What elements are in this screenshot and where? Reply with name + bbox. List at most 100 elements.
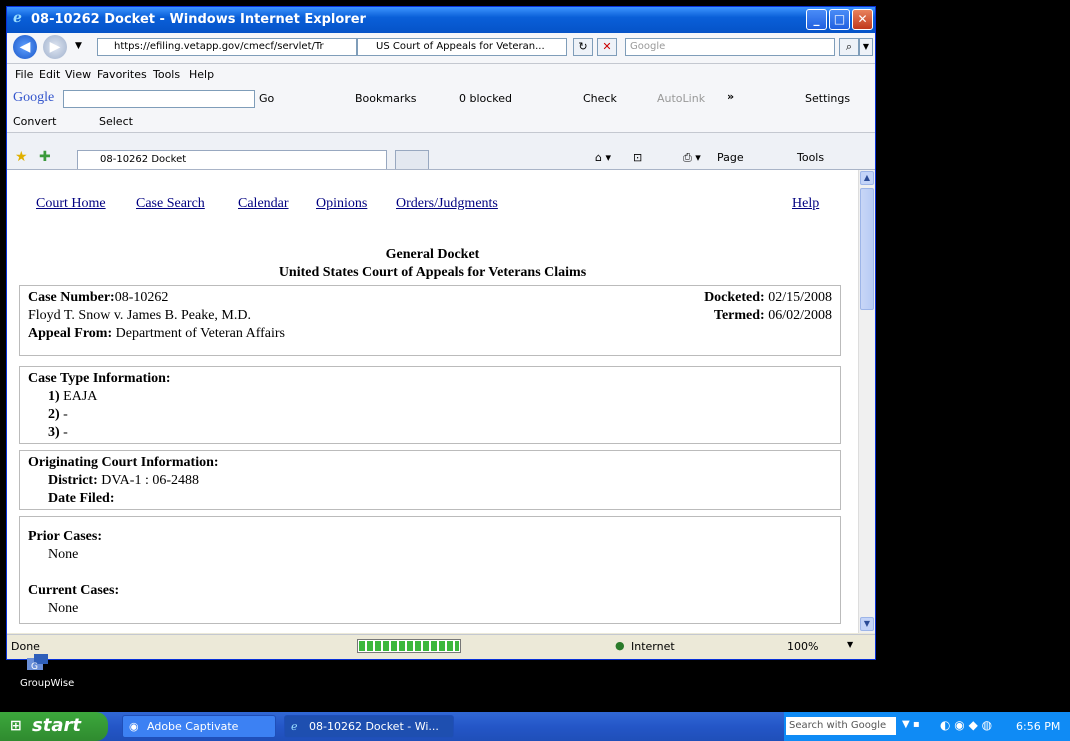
search-icon[interactable]: ⌕ bbox=[839, 38, 859, 56]
zoom-dropdown-icon[interactable]: ▼ bbox=[847, 640, 853, 649]
title-bar[interactable]: ℯ 08-10262 Docket - Windows Internet Exp… bbox=[7, 7, 875, 33]
spell-check-button[interactable]: Check bbox=[583, 92, 617, 105]
tools-menu-button[interactable]: Tools bbox=[797, 151, 824, 164]
site-tab-field[interactable]: US Court of Appeals for Veteran... bbox=[357, 38, 567, 56]
close-button[interactable]: ✕ bbox=[852, 9, 873, 30]
forward-button[interactable]: ▶ bbox=[43, 35, 67, 59]
nav-opinions[interactable]: Opinions bbox=[316, 196, 367, 212]
convert-toolbar: Convert Select bbox=[7, 112, 875, 133]
search-options-icon[interactable]: ▼ bbox=[859, 38, 873, 56]
prior-cases-label: Prior Cases: bbox=[28, 529, 102, 544]
menu-edit[interactable]: Edit bbox=[39, 68, 60, 81]
case-info-box: Case Number:08-10262 Floyd T. Snow v. Ja… bbox=[19, 285, 841, 356]
case-type-value: - bbox=[63, 407, 68, 422]
related-cases-box: Prior Cases: None Current Cases: None bbox=[19, 516, 841, 624]
new-tab-button[interactable] bbox=[395, 150, 429, 169]
taskbar: ⊞ start ◉ Adobe Captivate ℯ 08-10262 Doc… bbox=[0, 712, 1070, 741]
case-type-box: Case Type Information: 1) EAJA 2) - 3) - bbox=[19, 366, 841, 444]
scroll-down-icon[interactable]: ▼ bbox=[860, 617, 874, 631]
bookmarks-button[interactable]: Bookmarks bbox=[355, 92, 416, 105]
tray-search-input[interactable]: Search with Google bbox=[786, 717, 896, 735]
nav-case-search[interactable]: Case Search bbox=[136, 196, 205, 212]
favorites-star-icon[interactable]: ★ bbox=[15, 149, 28, 165]
select-button[interactable]: Select bbox=[99, 115, 133, 128]
groupwise-icon[interactable]: G bbox=[24, 652, 50, 674]
menu-bar: File Edit View Favorites Tools Help bbox=[7, 64, 875, 86]
nav-calendar[interactable]: Calendar bbox=[238, 196, 289, 212]
ie-icon: ℯ bbox=[291, 720, 298, 733]
case-number-label: Case Number: bbox=[28, 290, 115, 305]
search-input[interactable]: Google bbox=[625, 38, 835, 56]
maximize-button[interactable]: □ bbox=[829, 9, 850, 30]
windows-logo-icon: ⊞ bbox=[10, 718, 22, 734]
stop-button[interactable]: ✕ bbox=[597, 38, 617, 56]
district-label: District: bbox=[48, 473, 98, 488]
case-number: 08-10262 bbox=[114, 290, 169, 305]
case-type-num: 3) bbox=[48, 425, 60, 440]
settings-button[interactable]: Settings bbox=[805, 92, 850, 105]
zoom-level[interactable]: 100% bbox=[787, 640, 818, 653]
minimize-button[interactable]: _ bbox=[806, 9, 827, 30]
menu-help[interactable]: Help bbox=[189, 68, 214, 81]
tray-icons[interactable]: ◐ ◉ ◆ ◍ bbox=[940, 718, 992, 732]
case-type-value: - bbox=[63, 425, 68, 440]
security-zone: Internet bbox=[631, 640, 675, 653]
page-subtitle: United States Court of Appeals for Veter… bbox=[278, 265, 587, 280]
menu-tools[interactable]: Tools bbox=[153, 68, 180, 81]
case-type-num: 2) bbox=[48, 407, 60, 422]
home-icon[interactable]: ⌂ ▾ bbox=[595, 151, 611, 164]
captivate-icon: ◉ bbox=[129, 720, 139, 733]
convert-button[interactable]: Convert bbox=[13, 115, 57, 128]
google-logo: Google bbox=[13, 90, 55, 105]
svg-text:G: G bbox=[31, 662, 38, 672]
docketed-date: 02/15/2008 bbox=[768, 290, 832, 305]
menu-view[interactable]: View bbox=[65, 68, 91, 81]
termed-date: 06/02/2008 bbox=[768, 308, 832, 323]
nav-help[interactable]: Help bbox=[792, 196, 819, 212]
scroll-up-icon[interactable]: ▲ bbox=[860, 171, 874, 185]
autolink-button[interactable]: AutoLink bbox=[657, 92, 705, 105]
refresh-button[interactable]: ↻ bbox=[573, 38, 593, 56]
appeal-from: Department of Veteran Affairs bbox=[115, 326, 285, 341]
url-input[interactable]: https://efiling.vetapp.gov/cmecf/servlet… bbox=[97, 38, 357, 56]
page-title: General Docket bbox=[385, 247, 480, 262]
menu-file[interactable]: File bbox=[15, 68, 33, 81]
status-bar: Done ● Internet 100% ▼ bbox=[7, 634, 875, 659]
nav-court-home[interactable]: Court Home bbox=[36, 196, 106, 212]
progress-fill bbox=[359, 641, 459, 651]
menu-favorites[interactable]: Favorites bbox=[97, 68, 147, 81]
feeds-icon[interactable]: ⊡ bbox=[633, 151, 642, 164]
more-chevron-icon[interactable]: » bbox=[727, 90, 734, 103]
tab-docket[interactable]: 08-10262 Docket bbox=[77, 150, 387, 169]
google-go-button[interactable]: Go bbox=[259, 92, 274, 105]
appeal-from-label: Appeal From: bbox=[28, 326, 113, 341]
popup-blocker-button[interactable]: 0 blocked bbox=[459, 92, 512, 105]
history-dropdown-icon[interactable]: ▼ bbox=[75, 41, 82, 51]
case-type-num: 1) bbox=[48, 389, 60, 404]
current-cases-value: None bbox=[48, 601, 79, 616]
current-cases-label: Current Cases: bbox=[28, 583, 120, 598]
termed-label: Termed: bbox=[713, 308, 765, 323]
page-scrollbar[interactable]: ▲ ▼ bbox=[858, 170, 875, 633]
add-favorites-icon[interactable]: ✚ bbox=[39, 149, 51, 165]
back-button[interactable]: ◀ bbox=[13, 35, 37, 59]
prior-cases-value: None bbox=[48, 547, 79, 562]
internet-globe-icon: ● bbox=[615, 639, 625, 652]
start-button[interactable]: ⊞ start bbox=[0, 712, 108, 741]
print-icon[interactable]: ⎙ ▾ bbox=[683, 151, 701, 165]
address-bar: ◀ ▶ ▼ https://efiling.vetapp.gov/cmecf/s… bbox=[7, 33, 875, 64]
scroll-thumb[interactable] bbox=[860, 188, 874, 310]
page-menu-button[interactable]: Page bbox=[717, 151, 744, 164]
district-value: DVA-1 : 06-2488 bbox=[101, 473, 200, 488]
google-search-input[interactable] bbox=[63, 90, 255, 108]
taskbar-item-label: Adobe Captivate bbox=[147, 720, 239, 733]
nav-orders-judgments[interactable]: Orders/Judgments bbox=[396, 196, 498, 212]
taskbar-item-docket[interactable]: ℯ 08-10262 Docket - Wi... bbox=[284, 715, 454, 738]
search-dropdown-icon[interactable]: ▼ ▪ bbox=[902, 719, 920, 730]
groupwise-label[interactable]: GroupWise bbox=[20, 678, 74, 689]
taskbar-item-captivate[interactable]: ◉ Adobe Captivate bbox=[122, 715, 276, 738]
google-toolbar: Google Go Bookmarks 0 blocked Check Auto… bbox=[7, 86, 875, 112]
progress-bar bbox=[357, 639, 461, 653]
system-tray: Search with Google ▼ ▪ ◐ ◉ ◆ ◍ 6:56 PM bbox=[784, 712, 1070, 741]
date-filed-label: Date Filed: bbox=[48, 491, 115, 506]
